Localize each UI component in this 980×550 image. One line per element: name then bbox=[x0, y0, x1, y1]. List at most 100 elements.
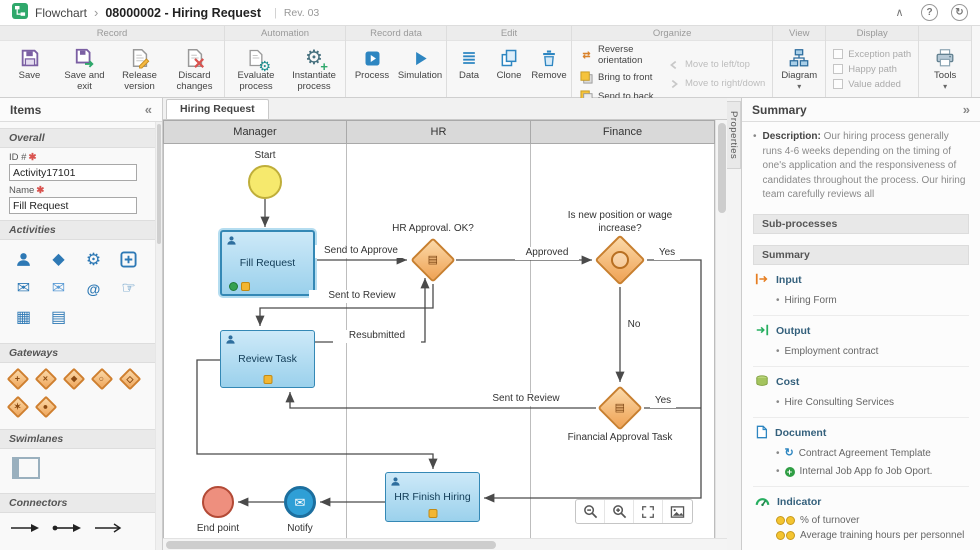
topbar-actions: ∧ ? ↻ bbox=[891, 4, 968, 21]
swimlane-tool[interactable] bbox=[12, 457, 40, 479]
id-input[interactable] bbox=[9, 164, 137, 181]
ribbon-group-label-organize: Organize bbox=[572, 26, 772, 41]
clone-button[interactable]: Clone bbox=[489, 44, 529, 94]
ribbon-group-label-display: Display bbox=[826, 26, 918, 41]
name-input[interactable] bbox=[9, 197, 137, 214]
gateway-exclusive-tool[interactable]: × bbox=[35, 368, 58, 391]
required-icon: ✱ bbox=[36, 185, 44, 196]
ribbon-group-record: Record Save Save and exit Release versio… bbox=[0, 26, 225, 97]
activity-email-tool[interactable]: @ bbox=[76, 274, 111, 303]
document-icon bbox=[755, 425, 768, 442]
discard-changes-icon bbox=[184, 46, 206, 70]
activity-add-task-tool[interactable] bbox=[111, 245, 146, 274]
zoom-in-button[interactable] bbox=[605, 500, 634, 523]
event-ring-icon bbox=[607, 247, 632, 272]
gateway-complex-tool[interactable]: ◆ bbox=[63, 368, 86, 391]
items-scrollbar[interactable] bbox=[155, 122, 162, 550]
activity-receive-message-tool[interactable]: ✉ bbox=[41, 274, 76, 303]
refresh-icon[interactable]: ↻ bbox=[951, 4, 968, 21]
collapse-items-panel-icon[interactable]: « bbox=[145, 102, 152, 117]
activity-user-task-tool[interactable] bbox=[6, 245, 41, 274]
reverse-orientation-button[interactable]: ⇄ Reverse orientation bbox=[579, 44, 656, 66]
diagram-canvas[interactable]: Manager HR Finance bbox=[163, 120, 715, 538]
gateways-palette: + × ◆ ○ ◇ ✶ ● bbox=[0, 363, 156, 423]
zoom-out-button[interactable] bbox=[576, 500, 605, 523]
summary-input-section: Input •Hiring Form bbox=[753, 265, 969, 316]
zoom-toolbar bbox=[575, 499, 693, 524]
node-hr-finish-hiring[interactable]: HR Finish Hiring bbox=[385, 472, 480, 522]
gateway-inclusive-tool[interactable]: ○ bbox=[91, 368, 114, 391]
reverse-orientation-icon: ⇄ bbox=[579, 48, 594, 63]
discard-changes-button[interactable]: Discard changes bbox=[167, 44, 222, 94]
gateway-parallel-tool[interactable]: + bbox=[7, 368, 30, 391]
node-end-event[interactable] bbox=[202, 486, 234, 518]
node-fill-request[interactable]: Fill Request bbox=[220, 230, 315, 296]
bring-to-front-button[interactable]: Bring to front bbox=[579, 70, 656, 85]
gateway-instantiate-tool[interactable]: ● bbox=[35, 396, 58, 419]
edge-label-resubmitted: Resubmitted bbox=[333, 330, 421, 343]
activity-table-tool[interactable]: ▦ bbox=[6, 303, 41, 332]
list-item: •↻Contract Agreement Template bbox=[776, 447, 967, 461]
simulation-button[interactable]: Simulation bbox=[396, 44, 444, 94]
document-glyph-icon: ▤ bbox=[428, 255, 438, 266]
activity-service-task-tool[interactable]: ⚙ bbox=[76, 245, 111, 274]
export-image-button[interactable] bbox=[663, 500, 692, 523]
evaluate-process-button[interactable]: ⚙ Evaluate process bbox=[227, 44, 285, 94]
save-button[interactable]: Save bbox=[2, 44, 57, 94]
bring-to-front-icon bbox=[579, 70, 594, 85]
activity-document-tool[interactable]: ▤ bbox=[41, 303, 76, 332]
node-start-event[interactable] bbox=[248, 165, 282, 199]
node-notify-event[interactable]: ✉ bbox=[284, 486, 316, 518]
process-icon bbox=[362, 46, 383, 70]
required-icon: ✱ bbox=[28, 152, 36, 163]
activity-manual-task-tool[interactable]: ☞ bbox=[111, 274, 146, 303]
data-icon bbox=[459, 46, 479, 70]
section-sub-processes: Sub-processes bbox=[753, 214, 969, 234]
move-to-right-down-button: Move to right/down bbox=[666, 76, 765, 91]
breadcrumb-separator-icon: › bbox=[94, 5, 98, 20]
section-summary: Summary bbox=[753, 245, 969, 265]
canvas-horizontal-scrollbar[interactable] bbox=[163, 538, 727, 550]
help-icon[interactable]: ? bbox=[921, 4, 938, 21]
gateway-event-tool[interactable]: ◇ bbox=[119, 368, 142, 391]
edge-label-yes: Yes bbox=[654, 247, 680, 260]
topbar: Flowchart › 08000002 - Hiring Request | … bbox=[0, 0, 980, 26]
canvas-hscroll-thumb[interactable] bbox=[166, 541, 496, 549]
user-icon bbox=[390, 476, 401, 490]
tools-button[interactable]: Tools ▾ bbox=[921, 44, 969, 94]
process-button[interactable]: Process bbox=[348, 44, 396, 94]
section-connectors: Connectors bbox=[0, 493, 162, 513]
document-glyph-icon: ▤ bbox=[615, 403, 625, 414]
evaluate-process-icon: ⚙ bbox=[246, 46, 266, 70]
connector-default-tool[interactable] bbox=[52, 522, 82, 537]
remove-button[interactable]: Remove bbox=[529, 44, 569, 94]
diagram-button[interactable]: Diagram ▾ bbox=[775, 44, 823, 94]
activity-gateway-tool[interactable]: ◆ bbox=[41, 245, 76, 274]
diagram-tabbar: Hiring Request bbox=[163, 98, 727, 120]
save-and-exit-button[interactable]: Save and exit bbox=[57, 44, 112, 94]
ribbon-group-label-record-data: Record data bbox=[346, 26, 446, 41]
data-button[interactable]: Data bbox=[449, 44, 489, 94]
connector-association-tool[interactable] bbox=[94, 522, 122, 537]
gateway-exclusive-event-tool[interactable]: ✶ bbox=[7, 396, 30, 419]
remove-icon bbox=[539, 46, 559, 70]
items-scrollbar-thumb[interactable] bbox=[157, 124, 161, 244]
release-version-button[interactable]: Release version bbox=[112, 44, 167, 94]
tab-hiring-request[interactable]: Hiring Request bbox=[166, 99, 269, 119]
collapse-ribbon-icon[interactable]: ∧ bbox=[891, 4, 908, 21]
summary-cost-section: Cost •Hire Consulting Services bbox=[753, 367, 969, 418]
tab-properties[interactable]: Properties bbox=[727, 101, 741, 169]
canvas-vscroll-thumb[interactable] bbox=[718, 123, 726, 213]
node-review-task[interactable]: Review Task bbox=[220, 330, 315, 388]
breadcrumb-app[interactable]: Flowchart bbox=[35, 6, 87, 20]
ribbon-group-label-record: Record bbox=[0, 26, 224, 41]
canvas-vertical-scrollbar[interactable] bbox=[715, 120, 727, 538]
collapse-summary-panel-icon[interactable]: » bbox=[963, 102, 970, 117]
connector-sequence-tool[interactable] bbox=[10, 522, 40, 537]
fit-to-screen-button[interactable] bbox=[634, 500, 663, 523]
activity-message-tool[interactable]: ✉ bbox=[6, 274, 41, 303]
bullet-icon: • bbox=[753, 130, 757, 203]
tools-printer-icon bbox=[934, 46, 956, 70]
user-icon bbox=[225, 334, 236, 348]
instantiate-process-button[interactable]: ⚙+ Instantiate process bbox=[285, 44, 343, 94]
